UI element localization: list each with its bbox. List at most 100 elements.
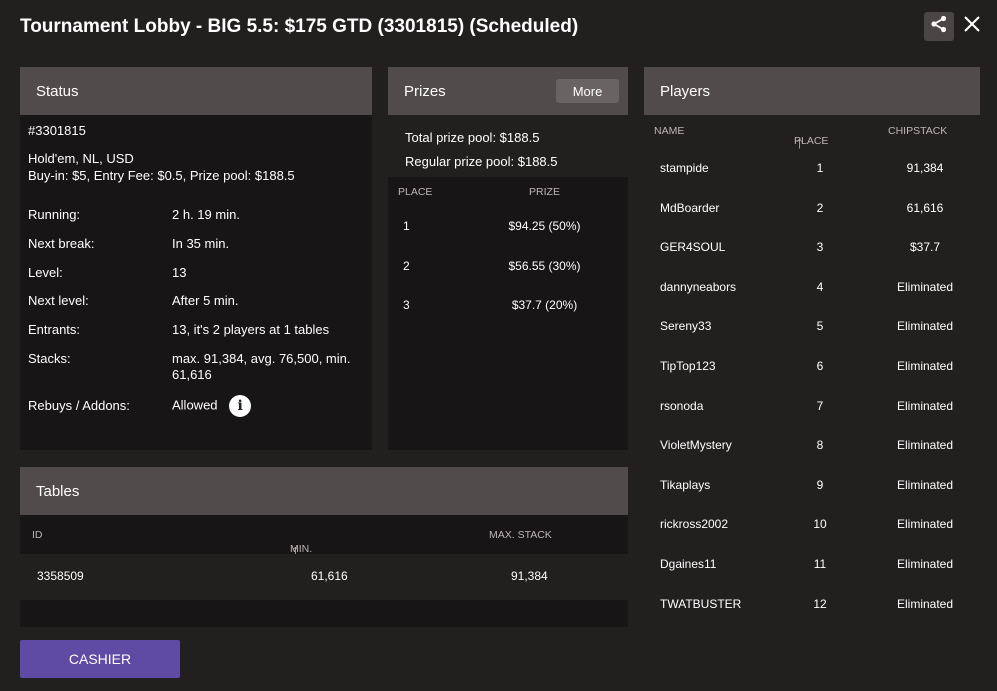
player-row[interactable]: rsonoda 7 Eliminated: [644, 387, 980, 427]
close-button[interactable]: [961, 14, 983, 38]
player-place: 4: [816, 279, 824, 294]
player-place: 2: [816, 200, 824, 215]
player-chipstack: Eliminated: [896, 398, 954, 413]
player-chipstack: Eliminated: [896, 477, 954, 492]
info-icon[interactable]: i: [229, 395, 252, 417]
player-name: TWATBUSTER: [660, 596, 742, 611]
share-icon: [930, 15, 948, 38]
col-id[interactable]: ID: [32, 529, 43, 541]
player-name: dannyneabors: [660, 279, 737, 294]
tables-panel: Tables ID MIN. STACK🡑 MAX. STACK 3358509…: [20, 467, 628, 627]
rebuys-value-wrap: Allowed i: [172, 395, 364, 417]
more-button[interactable]: More: [556, 79, 619, 103]
player-row[interactable]: GER4SOUL 3 $37.7: [644, 228, 980, 268]
level-label: Level:: [28, 265, 63, 280]
player-place: 8: [816, 438, 824, 453]
player-place: 7: [816, 398, 824, 413]
rebuys-label: Rebuys / Addons:: [28, 398, 130, 413]
player-place: 5: [816, 319, 824, 334]
status-row-entrants: Entrants: 13, it's 2 players at 1 tables: [28, 322, 364, 351]
player-chipstack: Eliminated: [896, 359, 954, 373]
next-break-label: Next break:: [28, 236, 95, 251]
game-type: Hold'em, NL, USD: [28, 151, 134, 166]
table-row[interactable]: 3358509 61,616 91,384: [20, 554, 628, 600]
status-info-grid: Running: 2 h. 19 min. Next break: In 35 …: [28, 207, 364, 421]
player-chipstack: $37.7: [909, 240, 941, 255]
table-min-stack: 61,616: [311, 569, 348, 583]
stacks-value: max. 91,384, avg. 76,500, min. 61,616: [172, 351, 351, 382]
player-chipstack: Eliminated: [896, 279, 954, 294]
status-row-level: Level: 13: [28, 265, 364, 293]
player-row[interactable]: dannyneabors 4 Eliminated: [644, 268, 980, 308]
status-row-next-break: Next break: In 35 min.: [28, 236, 364, 265]
prize-row: 3 $37.7 (20%): [388, 286, 628, 326]
player-row[interactable]: VioletMystery 8 Eliminated: [644, 426, 980, 466]
player-place: 11: [813, 557, 827, 571]
next-level-label: Next level:: [28, 293, 89, 308]
prize-row: 2 $56.55 (30%): [388, 247, 628, 287]
player-name: MdBoarder: [660, 200, 720, 215]
player-row[interactable]: Dgaines11 11 Eliminated: [644, 545, 980, 585]
next-level-value: After 5 min.: [172, 293, 239, 308]
prizes-title: Prizes: [404, 82, 446, 100]
player-row[interactable]: rickross2002 10 Eliminated: [644, 505, 980, 545]
player-chipstack: Eliminated: [896, 319, 954, 334]
player-chipstack: Eliminated: [896, 517, 954, 532]
prizes-header: Prizes More: [388, 67, 628, 115]
col-max-stack[interactable]: MAX. STACK: [489, 529, 552, 541]
col-chipstack[interactable]: CHIPSTACK: [888, 125, 947, 137]
player-name: GER4SOUL: [660, 240, 726, 255]
player-name: rsonoda: [660, 398, 704, 413]
player-place: 6: [816, 359, 824, 373]
share-button[interactable]: [924, 12, 954, 41]
prize-table-header: PLACE PRIZE: [388, 177, 628, 207]
close-icon: [963, 15, 981, 38]
status-row-running: Running: 2 h. 19 min.: [28, 207, 364, 236]
col-name[interactable]: NAME: [654, 125, 684, 137]
running-label: Running:: [28, 207, 81, 222]
player-row[interactable]: TipTop123 6 Eliminated: [644, 347, 980, 387]
player-chipstack: Eliminated: [896, 557, 954, 571]
status-row-stacks: Stacks: max. 91,384, avg. 76,500, min. 6…: [28, 351, 364, 391]
player-chipstack: 91,384: [906, 161, 944, 175]
player-name: TipTop123: [660, 359, 716, 373]
player-name: Sereny33: [660, 319, 712, 334]
player-place: 1: [816, 161, 824, 175]
status-row-rebuys: Rebuys / Addons: Allowed i: [28, 391, 364, 421]
status-header: Status: [20, 67, 372, 115]
next-break-value: In 35 min.: [172, 236, 230, 251]
table-max-stack: 91,384: [511, 569, 548, 583]
player-name: stampide: [660, 161, 709, 175]
player-place: 3: [816, 240, 824, 255]
status-panel: Status #3301815 Hold'em, NL, USD Buy-in:…: [20, 67, 372, 450]
prize-row: 1 $94.25 (50%): [388, 207, 628, 247]
player-name: VioletMystery: [660, 438, 732, 453]
player-row[interactable]: Sereny33 5 Eliminated: [644, 307, 980, 347]
player-name: Dgaines11: [660, 557, 717, 571]
entrants-value: 13, it's 2 players at 1 tables: [172, 322, 330, 337]
player-place: 12: [813, 596, 827, 611]
player-row[interactable]: TWATBUSTER 12 Eliminated: [644, 585, 980, 625]
status-row-next-level: Next level: After 5 min.: [28, 293, 364, 322]
table-id: 3358509: [37, 569, 84, 583]
player-row[interactable]: Tikaplays 9 Eliminated: [644, 466, 980, 506]
window-title: Tournament Lobby - BIG 5.5: $175 GTD (33…: [20, 16, 579, 37]
player-row[interactable]: MdBoarder 2 61,616: [644, 189, 980, 229]
tournament-id: #3301815: [28, 123, 86, 138]
level-value: 13: [172, 265, 187, 280]
prizes-panel: Prizes More Total prize pool: $188.5 Reg…: [388, 67, 628, 450]
buyin-info: Buy-in: $5, Entry Fee: $0.5, Prize pool:…: [28, 168, 295, 183]
rebuys-value: Allowed: [172, 397, 218, 413]
total-prize-pool: Total prize pool: $188.5: [405, 130, 540, 145]
running-value: 2 h. 19 min.: [172, 207, 240, 222]
tables-header: Tables: [20, 467, 628, 515]
players-table-header: NAME PLACE 🡑 CHIPSTACK: [644, 115, 980, 151]
player-chipstack: Eliminated: [896, 438, 954, 453]
stacks-label: Stacks:: [28, 351, 71, 366]
player-name: Tikaplays: [660, 477, 711, 492]
tables-table-header: ID MIN. STACK🡑 MAX. STACK: [20, 515, 628, 567]
cashier-button[interactable]: CASHIER: [20, 640, 180, 678]
players-panel: Players NAME PLACE 🡑 CHIPSTACK stampide 1 9…: [644, 67, 980, 627]
player-chipstack: 61,616: [906, 200, 944, 215]
player-row[interactable]: stampide 1 91,384: [644, 149, 980, 189]
